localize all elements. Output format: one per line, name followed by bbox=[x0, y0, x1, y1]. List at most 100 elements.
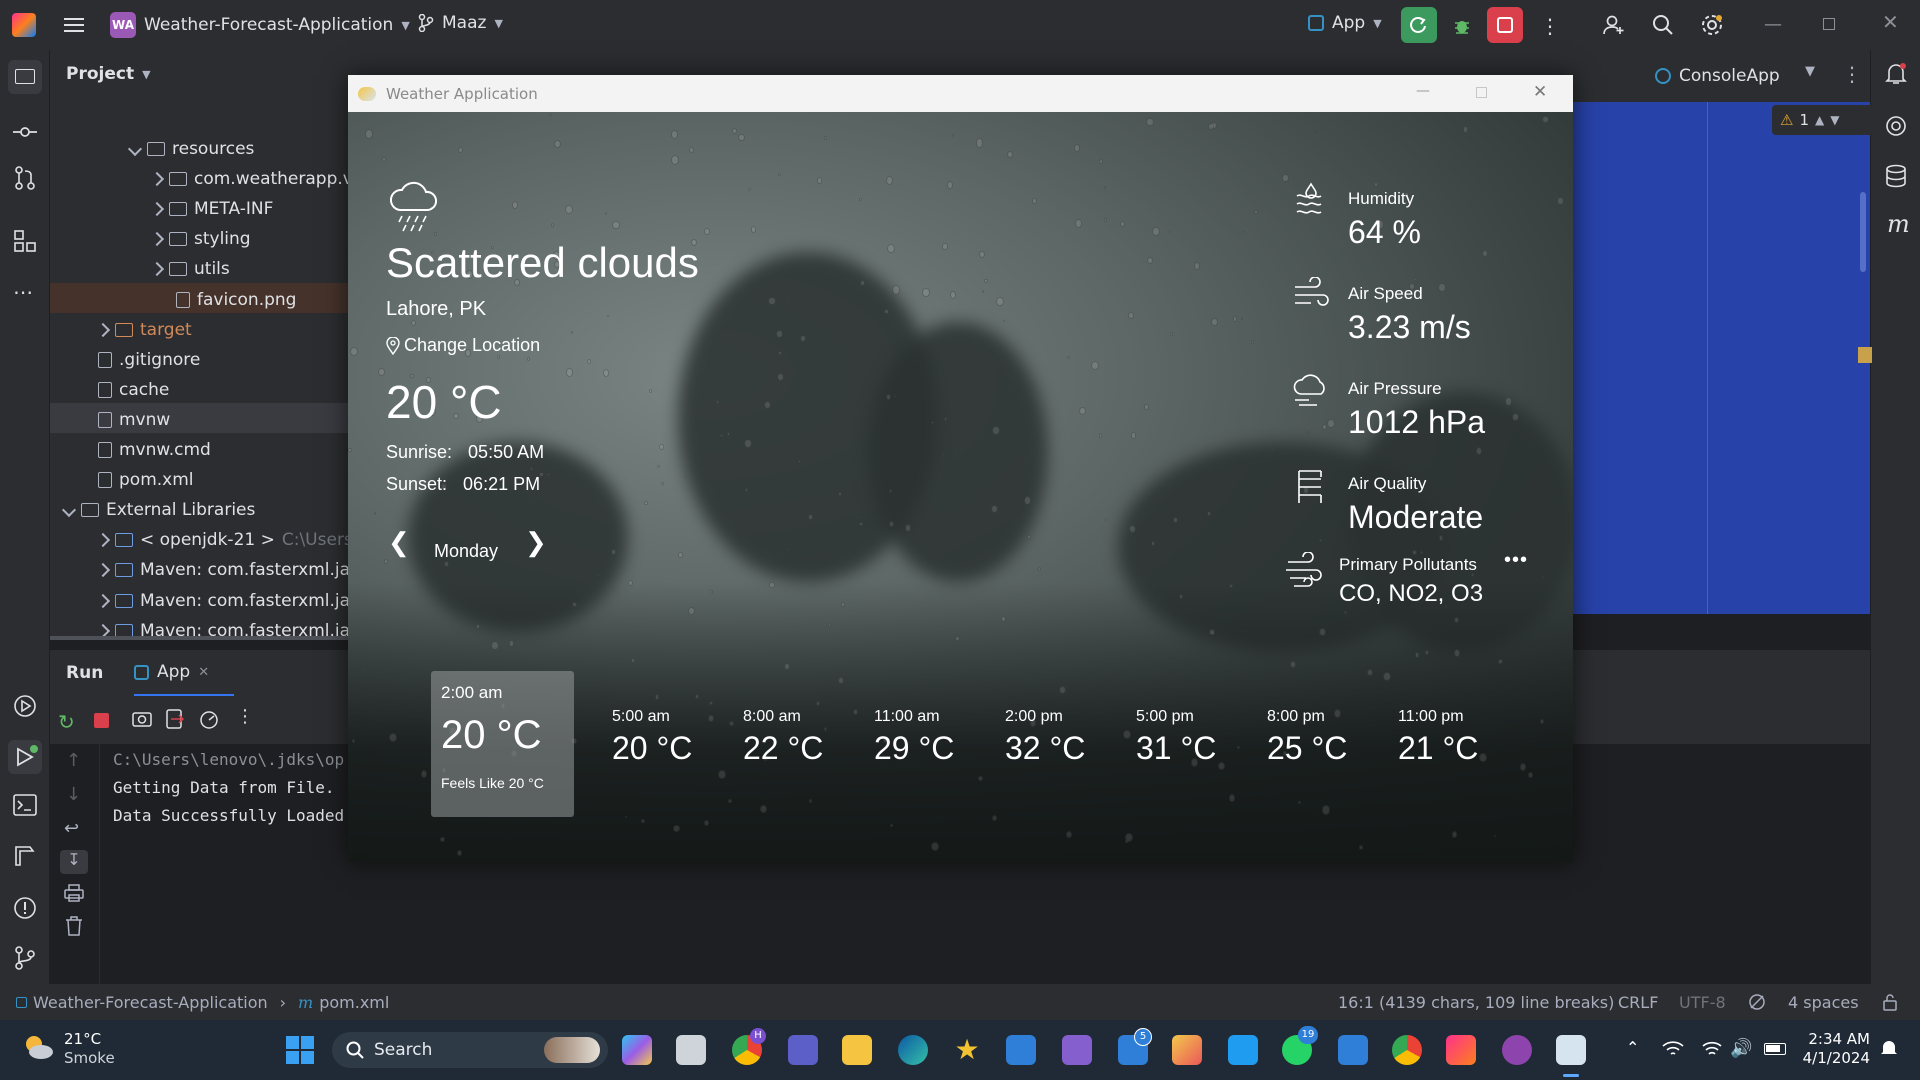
profiler-icon[interactable] bbox=[198, 709, 220, 729]
more-actions-icon[interactable]: ⋮ bbox=[236, 706, 254, 727]
tree-item[interactable]: styling bbox=[149, 224, 251, 254]
stop-button[interactable] bbox=[1487, 7, 1523, 43]
weather-widget-icon[interactable] bbox=[22, 1032, 54, 1062]
run-tab[interactable]: Run bbox=[66, 663, 103, 683]
tree-item[interactable]: com.weatherapp.v bbox=[149, 164, 353, 194]
tree-item[interactable]: favicon.png bbox=[176, 285, 296, 315]
services-icon[interactable] bbox=[13, 694, 37, 718]
search-icon[interactable] bbox=[1645, 7, 1681, 43]
console-output[interactable]: C:\Users\lenovo\.jdks\op Getting Data fr… bbox=[113, 746, 344, 830]
minimize-button[interactable]: — bbox=[1764, 14, 1782, 35]
network-icon[interactable] bbox=[1662, 1040, 1684, 1058]
copilot-icon[interactable] bbox=[622, 1035, 652, 1065]
terminal-icon[interactable] bbox=[13, 794, 37, 816]
hourly-forecast-item[interactable]: 11:00 am 29 °C bbox=[874, 708, 994, 778]
print-icon[interactable] bbox=[64, 884, 84, 902]
hourly-forecast-item[interactable]: 5:00 pm 31 °C bbox=[1136, 708, 1256, 778]
editor-scrollbar[interactable] bbox=[1860, 192, 1866, 272]
next-day-chevron-icon[interactable]: ❯ bbox=[525, 527, 547, 558]
hourly-forecast-item[interactable]: 5:00 am 20 °C bbox=[612, 708, 732, 778]
github-desktop-icon[interactable] bbox=[1502, 1035, 1532, 1065]
hourly-forecast-item[interactable]: 8:00 am 22 °C bbox=[743, 708, 863, 778]
chrome-alt-icon[interactable] bbox=[1392, 1035, 1422, 1065]
soft-wrap-icon[interactable]: ↩ bbox=[64, 818, 79, 839]
chevron-right-icon[interactable] bbox=[149, 262, 165, 277]
tree-item[interactable]: External Libraries bbox=[61, 495, 255, 525]
chevron-down-icon[interactable] bbox=[61, 503, 77, 518]
project-panel-header[interactable]: Project ▼ bbox=[66, 64, 151, 84]
indent-setting[interactable]: 4 spaces bbox=[1788, 993, 1859, 1012]
no-inspections-icon[interactable] bbox=[1748, 993, 1766, 1011]
previous-day-chevron-icon[interactable]: ❮ bbox=[388, 527, 410, 558]
volume-icon[interactable]: 🔊 bbox=[1730, 1038, 1752, 1059]
pull-requests-icon[interactable] bbox=[14, 166, 36, 190]
tree-item[interactable]: Maven: com.fasterxml.jacks bbox=[95, 555, 378, 585]
intellij-icon[interactable] bbox=[1446, 1035, 1476, 1065]
database-icon[interactable] bbox=[1885, 164, 1907, 188]
editor-content[interactable]: ⚠ 1 ▲ ▼ bbox=[1570, 102, 1874, 614]
chevron-right-icon[interactable] bbox=[149, 202, 165, 217]
caret-position[interactable]: 16:1 (4139 chars, 109 line breaks) bbox=[1338, 993, 1614, 1012]
rerun-icon[interactable]: ↻ bbox=[58, 710, 75, 734]
mail-icon[interactable] bbox=[1338, 1035, 1368, 1065]
tree-item[interactable]: Maven: com.fasterxml.jacks bbox=[95, 586, 378, 616]
tab-consoleapp[interactable]: ConsoleApp bbox=[1655, 66, 1780, 86]
tree-item[interactable]: < openjdk-21 > C:\Users\ bbox=[95, 525, 359, 555]
chevron-right-icon[interactable] bbox=[95, 533, 111, 548]
chevron-down-icon[interactable] bbox=[127, 141, 143, 157]
tree-item[interactable]: mvnw.cmd bbox=[98, 435, 211, 465]
weather-widget[interactable]: 21°C Smoke bbox=[64, 1030, 115, 1068]
intellij-logo-icon[interactable] bbox=[12, 13, 36, 37]
chevron-up-icon[interactable]: ▲ bbox=[1815, 113, 1824, 127]
microsoft-store-icon[interactable] bbox=[1006, 1035, 1036, 1065]
maximize-button[interactable] bbox=[1476, 87, 1487, 98]
tray-overflow-icon[interactable]: ⌃ bbox=[1626, 1038, 1639, 1057]
task-view-icon[interactable] bbox=[676, 1035, 706, 1065]
notifications-bell-icon[interactable] bbox=[1885, 62, 1907, 86]
tab-more-icon[interactable]: ⋮ bbox=[1842, 62, 1862, 86]
scroll-to-end-icon[interactable]: ↧ bbox=[60, 850, 88, 874]
edge-icon[interactable] bbox=[898, 1035, 928, 1065]
file-explorer-icon[interactable] bbox=[842, 1035, 872, 1065]
breadcrumb[interactable]: Weather-Forecast-Application › m pom.xml bbox=[16, 993, 389, 1012]
weather-window-titlebar[interactable]: Weather Application — ✕ bbox=[348, 75, 1573, 112]
problems-icon[interactable] bbox=[13, 896, 37, 920]
build-icon[interactable] bbox=[13, 844, 37, 868]
debug-button[interactable] bbox=[1444, 7, 1480, 43]
line-separator[interactable]: CRLF bbox=[1618, 993, 1658, 1012]
project-switcher[interactable]: WA Weather-Forecast-Application ▼ bbox=[110, 12, 410, 38]
inspection-widget[interactable]: ⚠ 1 ▲ ▼ bbox=[1772, 105, 1874, 135]
change-location-link[interactable]: Change Location bbox=[386, 335, 540, 356]
breadcrumb-project[interactable]: Weather-Forecast-Application bbox=[33, 993, 268, 1012]
taskbar-search-box[interactable]: Search bbox=[332, 1032, 608, 1068]
weather-app-icon[interactable] bbox=[1556, 1035, 1586, 1065]
tree-item[interactable]: pom.xml bbox=[98, 465, 194, 495]
chevron-right-icon[interactable] bbox=[95, 563, 111, 578]
chevron-down-icon[interactable]: ▼ bbox=[1830, 113, 1839, 127]
minimize-button[interactable]: — bbox=[1416, 83, 1430, 99]
pollutants-more-icon[interactable]: ••• bbox=[1504, 549, 1528, 572]
git-icon[interactable] bbox=[14, 946, 36, 970]
camera-icon[interactable] bbox=[132, 709, 152, 727]
breadcrumb-file[interactable]: pom.xml bbox=[319, 993, 389, 1012]
windows-start-icon[interactable] bbox=[286, 1036, 314, 1064]
star-app-icon[interactable]: ★ bbox=[952, 1035, 982, 1065]
wifi-icon[interactable] bbox=[1702, 1040, 1722, 1058]
notification-center-icon[interactable] bbox=[1880, 1038, 1898, 1058]
run-config-selector[interactable]: App ▼ bbox=[1308, 13, 1382, 33]
scroll-marker[interactable] bbox=[1858, 347, 1872, 363]
branch-switcher[interactable]: Maaz ▼ bbox=[418, 13, 503, 33]
hourly-forecast-item[interactable]: 11:00 pm 21 °C bbox=[1398, 708, 1518, 778]
close-tab-icon[interactable]: ✕ bbox=[198, 665, 209, 680]
chevron-right-icon[interactable] bbox=[95, 322, 111, 337]
tree-item[interactable]: target bbox=[95, 315, 192, 345]
tree-item[interactable]: mvnw bbox=[98, 405, 170, 435]
main-menu-icon[interactable] bbox=[56, 7, 92, 43]
selected-hour-card[interactable]: 2:00 am 20 °C Feels Like 20 °C bbox=[431, 671, 574, 817]
visual-studio-icon[interactable] bbox=[1062, 1035, 1092, 1065]
lock-icon[interactable] bbox=[1882, 993, 1898, 1011]
hourly-forecast-item[interactable]: 2:00 pm 32 °C bbox=[1005, 708, 1125, 778]
clock[interactable]: 2:34 AM 4/1/2024 bbox=[1800, 1030, 1870, 1068]
tree-item[interactable]: .gitignore bbox=[98, 345, 200, 375]
hourly-forecast-item[interactable]: 8:00 pm 25 °C bbox=[1267, 708, 1387, 778]
